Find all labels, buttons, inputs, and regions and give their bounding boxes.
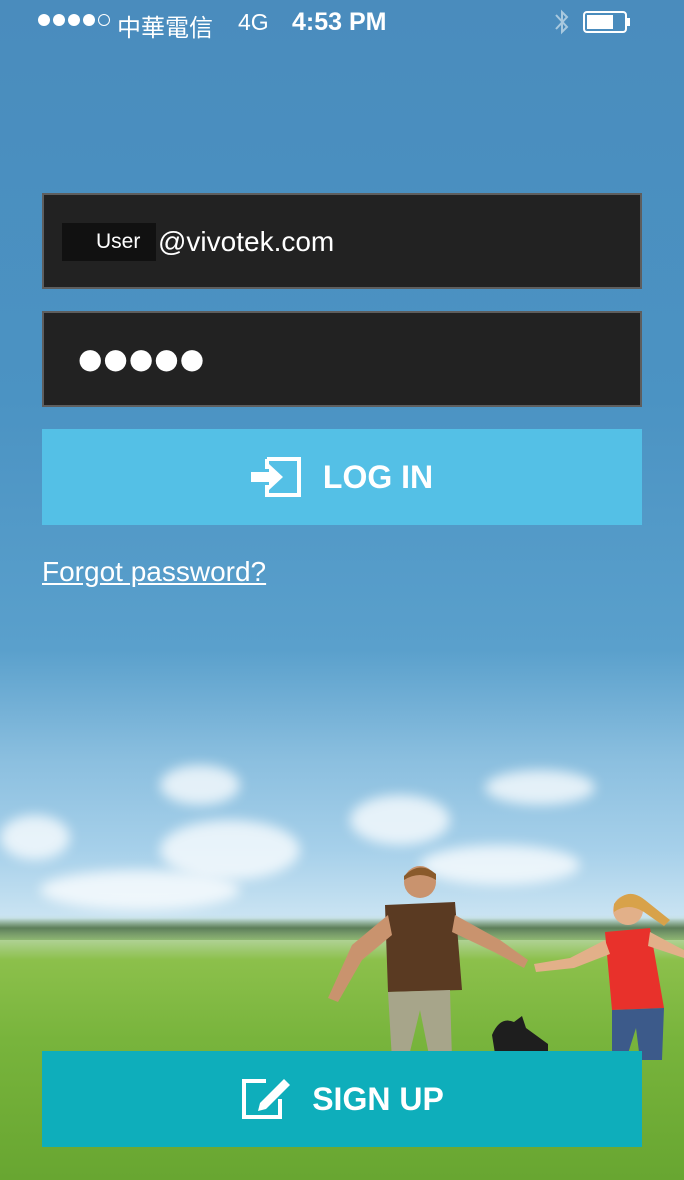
network-type: 4G: [238, 9, 269, 35]
signup-button[interactable]: SIGN UP: [42, 1051, 642, 1147]
carrier-name: 中華電信: [117, 14, 213, 42]
login-arrow-icon: [250, 457, 301, 497]
login-screen: 中華電信 4G 4:53 PM User @vivotek.com ●●●●● …: [0, 0, 684, 1180]
people-running-illustration: [328, 866, 684, 1060]
cloud: [485, 770, 595, 805]
email-username: User: [62, 223, 156, 261]
cloud: [0, 815, 70, 860]
signal-dots-icon: [38, 14, 110, 26]
status-time: 4:53 PM: [292, 8, 387, 36]
login-button-label: LOG IN: [322, 458, 434, 495]
email-domain: @vivotek.com: [158, 226, 335, 257]
cloud: [160, 765, 240, 805]
cloud: [350, 795, 450, 845]
forgot-password-link[interactable]: Forgot password?: [42, 556, 266, 588]
edit-pencil-icon: [242, 1079, 291, 1119]
status-bar: 中華電信 4G 4:53 PM: [0, 0, 684, 44]
bluetooth-icon: [555, 9, 569, 35]
password-field[interactable]: ●●●●●: [42, 311, 642, 407]
battery-icon: [583, 11, 630, 33]
email-field[interactable]: User @vivotek.com: [42, 193, 642, 289]
login-button[interactable]: LOG IN: [42, 429, 642, 525]
signup-button-label: SIGN UP: [312, 1080, 444, 1117]
password-masked-value: ●●●●●: [78, 342, 206, 375]
